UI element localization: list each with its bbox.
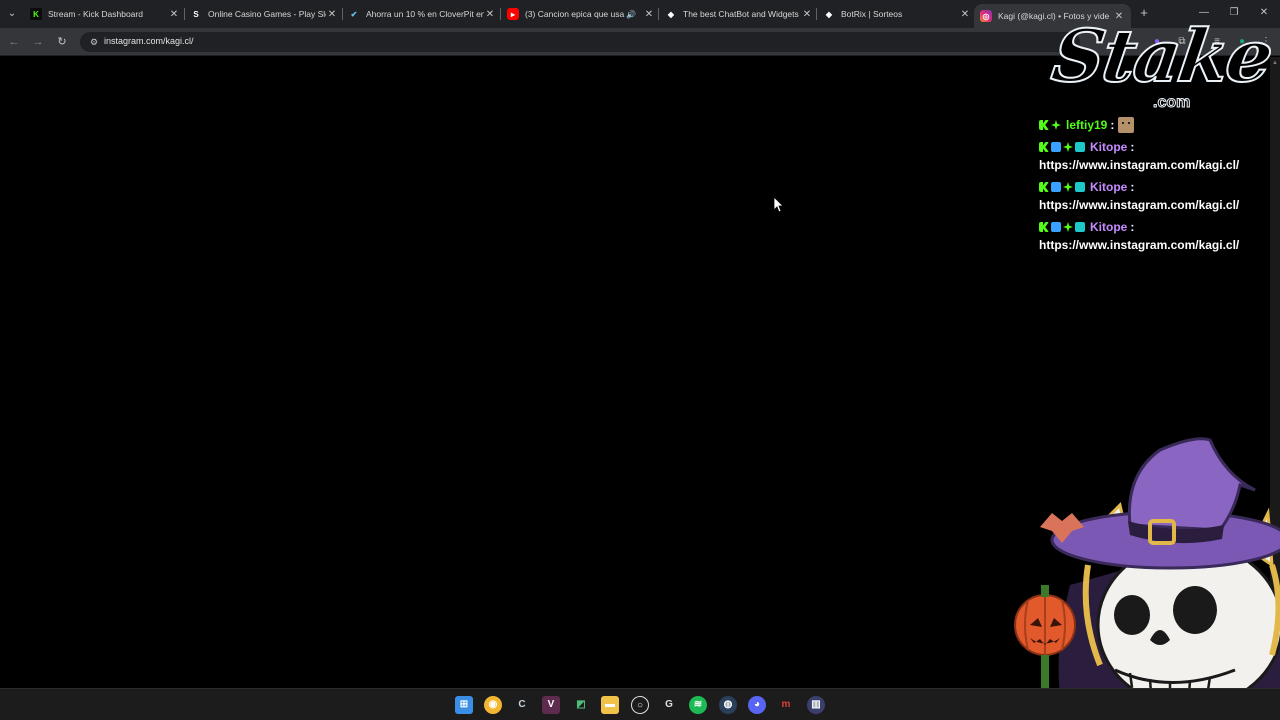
grid-badge-icon [1075, 142, 1085, 152]
star-badge-icon [1063, 222, 1073, 232]
file-explorer-icon[interactable]: ▬ [601, 696, 619, 714]
url-text[interactable]: instagram.com/kagi.cl/ [104, 36, 194, 46]
chat-separator: : [1130, 220, 1135, 234]
chat-text: https://www.instagram.com/kagi.cl/ [1039, 158, 1240, 172]
back-button[interactable]: ← [6, 34, 22, 50]
speaker-icon[interactable]: 🔊 [625, 10, 637, 19]
tab-title: Stream - Kick Dashboard [48, 9, 143, 19]
botrix-icon: ◆ [825, 9, 833, 19]
tab-botrix-sorteos[interactable]: ◆ BotRix | Sorteos ✕ [823, 4, 971, 24]
chat-message: leftiy19 : [1039, 116, 1269, 134]
close-icon[interactable]: ✕ [484, 9, 496, 20]
chat-separator: : [1110, 118, 1115, 132]
chat-separator: : [1130, 180, 1135, 194]
tab-title: The best ChatBot and Widgets [683, 9, 799, 19]
chat-username: Kitope [1090, 140, 1128, 154]
chat-separator: : [1130, 140, 1135, 154]
grid-badge-icon [1075, 222, 1085, 232]
stake-icon: S [193, 9, 199, 19]
close-icon[interactable]: ✕ [168, 9, 180, 20]
grid-badge-icon [1075, 182, 1085, 192]
tab-separator [342, 8, 343, 20]
tab-cloverpit-steam[interactable]: ✔ Ahorra un 10 % en CloverPit en ✕ [348, 4, 496, 24]
steam-icon: ✔ [350, 9, 358, 19]
site-info-icon[interactable]: ⚙ [88, 36, 100, 48]
kick-badge-icon [1039, 142, 1049, 152]
botrix-icon: ◆ [667, 9, 675, 19]
kick-badge-icon [1039, 182, 1049, 192]
youtube-icon: ▸ [507, 8, 519, 20]
chat-username: Kitope [1090, 180, 1128, 194]
mouse-cursor-icon [774, 197, 784, 213]
logitech-icon[interactable]: G [660, 696, 678, 714]
app-icon[interactable]: ◩ [572, 696, 590, 714]
chat-overlay: leftiy19 : Kitope : https://www.instagra… [1039, 116, 1269, 258]
instagram-icon: ◎ [980, 10, 992, 22]
stake-logo: Stake .com [1046, 12, 1278, 114]
close-icon[interactable]: ✕ [643, 9, 655, 20]
cat-emote-icon [1118, 117, 1135, 133]
close-icon[interactable]: ✕ [801, 9, 813, 20]
tab-title: (3) Cancion epica que usa T [525, 9, 625, 19]
tab-online-casino[interactable]: S Online Casino Games - Play Slo ✕ [190, 4, 338, 24]
windows-taskbar: ⊞ ◉ C V ◩ ▬ ○ G ≋ ◍ ◕ m ▥ [0, 688, 1280, 720]
tab-title: Online Casino Games - Play Slo [208, 9, 326, 19]
tab-search-icon[interactable]: ⌄ [4, 6, 20, 22]
sub-badge-icon [1051, 182, 1061, 192]
ccleaner-icon[interactable]: C [513, 696, 531, 714]
kick-badge-icon [1039, 120, 1049, 130]
scroll-up-icon[interactable]: ▲ [1272, 60, 1278, 66]
tab-kick-dashboard[interactable]: K Stream - Kick Dashboard ✕ [30, 4, 180, 24]
obs-icon[interactable]: ○ [631, 696, 649, 714]
tab-separator [500, 8, 501, 20]
tab-title: Ahorra un 10 % en CloverPit en [366, 9, 484, 19]
app-bar-icon[interactable]: ▥ [807, 696, 825, 714]
star-badge-icon [1063, 142, 1073, 152]
tab-title: BotRix | Sorteos [841, 9, 903, 19]
chat-username: Kitope [1090, 220, 1128, 234]
star-badge-icon [1063, 182, 1073, 192]
discord-icon[interactable]: ◕ [748, 696, 766, 714]
kick-icon: K [30, 8, 42, 20]
chat-message: Kitope : https://www.instagram.com/kagi.… [1039, 178, 1269, 214]
stake-logo-suffix: .com [1152, 94, 1191, 112]
chrome-icon[interactable]: ◉ [484, 696, 502, 714]
close-icon[interactable]: ✕ [326, 9, 338, 20]
reload-button[interactable]: ↻ [54, 34, 70, 50]
chat-text: https://www.instagram.com/kagi.cl/ [1039, 238, 1240, 252]
chat-username: leftiy19 [1066, 118, 1108, 132]
steam-icon[interactable]: ◍ [719, 696, 737, 714]
star-badge-icon [1051, 120, 1061, 130]
chat-message: Kitope : https://www.instagram.com/kagi.… [1039, 218, 1269, 254]
sub-badge-icon [1051, 142, 1061, 152]
tab-separator [816, 8, 817, 20]
sub-badge-icon [1051, 222, 1061, 232]
stake-logo-word: Stake [1046, 12, 1278, 99]
close-icon[interactable]: ✕ [959, 9, 971, 20]
kick-badge-icon [1039, 222, 1049, 232]
streamer-avatar [1014, 437, 1280, 720]
address-bar[interactable]: ⚙ instagram.com/kagi.cl/ [80, 32, 1080, 52]
tab-separator [658, 8, 659, 20]
tab-separator [184, 8, 185, 20]
editor-icon[interactable]: V [542, 696, 560, 714]
chat-text: https://www.instagram.com/kagi.cl/ [1039, 198, 1240, 212]
spotify-icon[interactable]: ≋ [689, 696, 707, 714]
windows-start-icon[interactable]: ⊞ [455, 696, 473, 714]
forward-button[interactable]: → [30, 34, 46, 50]
tab-youtube-cancion[interactable]: ▸ (3) Cancion epica que usa T 🔊 ✕ [507, 4, 655, 24]
chat-message: Kitope : https://www.instagram.com/kagi.… [1039, 138, 1269, 174]
tab-chatbot-widgets[interactable]: ◆ The best ChatBot and Widgets ✕ [665, 4, 813, 24]
app-m-icon[interactable]: m [777, 696, 795, 714]
